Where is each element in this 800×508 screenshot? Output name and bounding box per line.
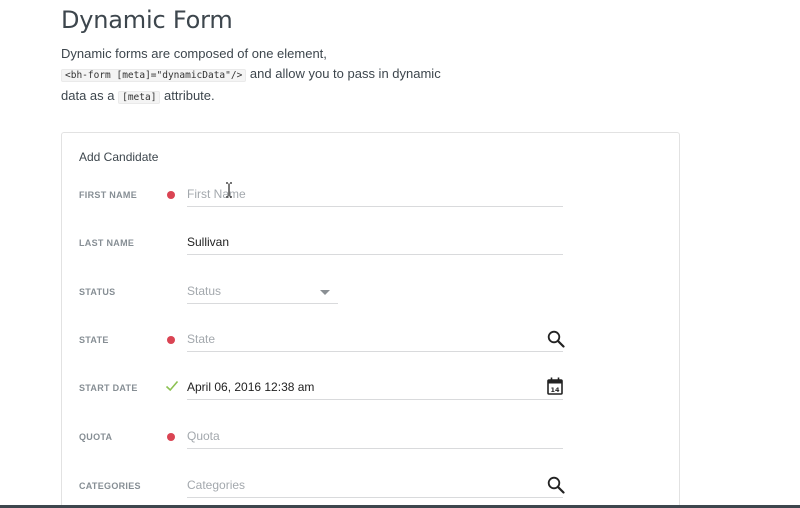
search-icon[interactable] xyxy=(547,330,565,348)
categories-field xyxy=(187,474,565,498)
last-name-field xyxy=(187,231,563,255)
status-placeholder: Status xyxy=(187,284,222,298)
search-icon[interactable] xyxy=(547,476,565,494)
categories-label: CATEGORIES xyxy=(79,481,141,491)
required-indicator-icon xyxy=(167,336,175,344)
quota-input[interactable] xyxy=(187,425,563,448)
state-input[interactable] xyxy=(187,328,527,351)
intro-paragraph: Dynamic forms are composed of one elemen… xyxy=(61,44,441,108)
start-date-label: START DATE xyxy=(79,383,138,393)
status-label: STATUS xyxy=(79,287,116,297)
intro-code-meta: [meta] xyxy=(118,91,161,104)
form-row-state: STATE xyxy=(62,328,681,376)
status-select[interactable]: Status xyxy=(187,280,338,304)
last-name-label: LAST NAME xyxy=(79,238,135,248)
intro-text-3: attribute. xyxy=(160,88,215,103)
required-indicator-icon xyxy=(167,433,175,441)
form-row-status: STATUS Status xyxy=(62,280,681,328)
text-cursor-icon xyxy=(226,182,232,198)
intro-code-form: <bh-form [meta]="dynamicData"/> xyxy=(61,69,247,82)
form-row-first-name: FIRST NAME xyxy=(62,183,681,231)
start-date-field: 14 xyxy=(187,376,563,400)
categories-input[interactable] xyxy=(187,474,527,497)
first-name-label: FIRST NAME xyxy=(79,190,137,200)
form-row-quota: QUOTA xyxy=(62,425,681,473)
state-field xyxy=(187,328,565,352)
quota-field xyxy=(187,425,563,449)
last-name-input[interactable] xyxy=(187,231,563,254)
required-indicator-icon xyxy=(167,191,175,199)
start-date-input[interactable] xyxy=(187,376,527,399)
state-label: STATE xyxy=(79,335,109,345)
first-name-input[interactable] xyxy=(187,183,563,206)
first-name-field xyxy=(187,183,563,207)
checkmark-icon xyxy=(165,380,179,392)
calendar-icon[interactable]: 14 xyxy=(547,377,563,395)
form-row-start-date: START DATE 14 xyxy=(62,376,681,424)
add-candidate-card: Add Candidate FIRST NAME LAST NAME STATU… xyxy=(61,132,680,508)
quota-label: QUOTA xyxy=(79,432,113,442)
card-title: Add Candidate xyxy=(79,150,159,164)
intro-text-1: Dynamic forms are composed of one elemen… xyxy=(61,46,327,61)
chevron-down-icon xyxy=(320,290,330,295)
page-title: Dynamic Form xyxy=(61,6,233,34)
form-row-categories: CATEGORIES xyxy=(62,474,681,508)
form-row-last-name: LAST NAME xyxy=(62,231,681,279)
svg-text:14: 14 xyxy=(550,386,560,394)
